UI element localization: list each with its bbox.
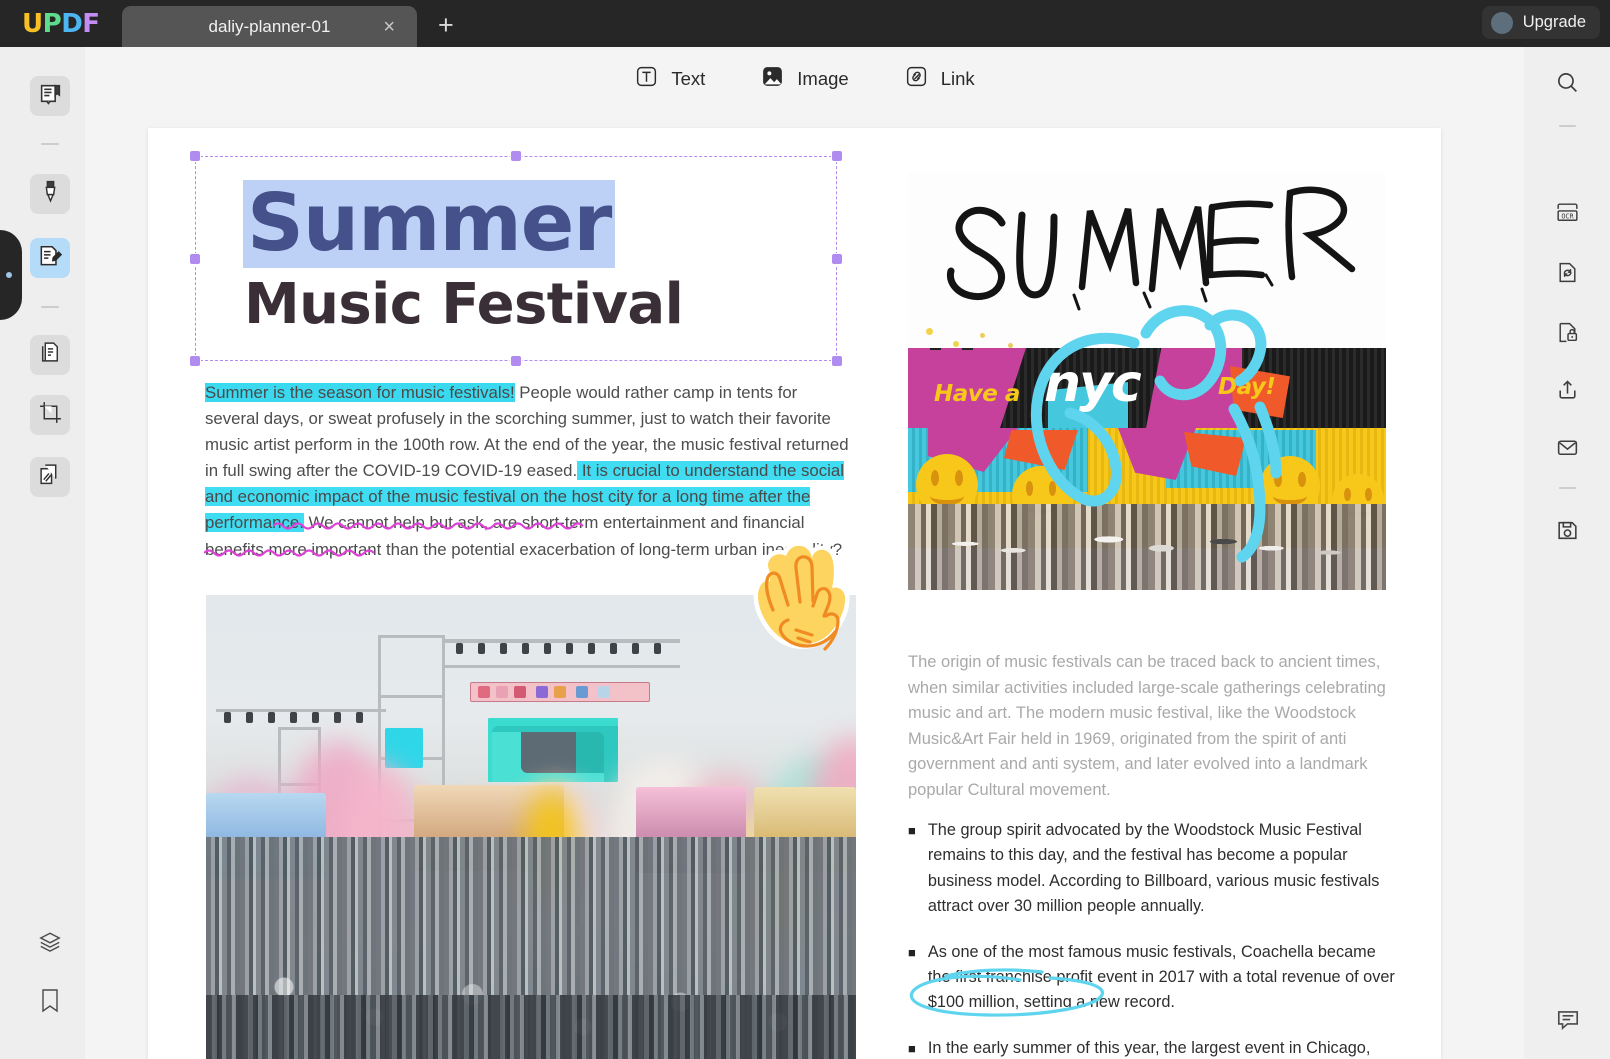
- ocr-button[interactable]: OCR: [1547, 195, 1587, 235]
- rail-divider-2: [41, 306, 59, 308]
- photo-crowd-foreground: [206, 995, 856, 1059]
- email-icon: [1555, 435, 1580, 465]
- save-button[interactable]: [1547, 513, 1587, 553]
- logo-letter-u: U: [22, 9, 43, 39]
- nyc-mural-photo[interactable]: Have a nyc Day!: [908, 173, 1386, 590]
- edit-toolbar: Text Image Link: [85, 47, 1524, 110]
- resize-handle-top-center[interactable]: [510, 150, 522, 162]
- document-tab[interactable]: daliy-planner-01 ×: [122, 6, 417, 47]
- intro-paragraph[interactable]: The origin of music festivals can be tra…: [908, 650, 1395, 804]
- document-workspace: Text Image Link Summer Music Festival Su…: [85, 47, 1524, 1059]
- bullet-marker: ■: [908, 823, 916, 838]
- right-toolbar: OCR: [1524, 47, 1610, 1059]
- text-tool-icon: [634, 64, 659, 94]
- image-tool-icon: [760, 64, 785, 94]
- rrail-divider-1: [1559, 125, 1576, 127]
- updf-logo: UPDF: [22, 9, 100, 39]
- search-icon: [1555, 70, 1580, 100]
- sidebar-item-bookmark[interactable]: [30, 983, 70, 1023]
- cyan-ink-scribble: [1030, 305, 1282, 563]
- sidebar-item-batch[interactable]: [30, 457, 70, 497]
- rrail-divider-2: [1559, 487, 1576, 489]
- svg-text:OCR: OCR: [1561, 212, 1574, 220]
- text-tool-button[interactable]: Text: [634, 64, 705, 94]
- list-item[interactable]: ■ The group spirit advocated by the Wood…: [908, 818, 1395, 920]
- resize-handle-middle-left[interactable]: [189, 252, 201, 265]
- page-title-line-2[interactable]: Music Festival: [244, 274, 684, 336]
- convert-button[interactable]: [1547, 255, 1587, 295]
- sidebar-item-layers[interactable]: [30, 925, 70, 965]
- avatar: [1490, 11, 1513, 34]
- new-tab-icon[interactable]: +: [438, 12, 454, 39]
- bullet-marker: ■: [908, 1040, 916, 1056]
- list-item[interactable]: ■ In the early summer of this year, the …: [908, 1036, 1395, 1059]
- share-icon: [1555, 377, 1580, 407]
- sidebar-item-organize-pages[interactable]: [30, 335, 70, 375]
- layers-icon: [37, 930, 63, 961]
- page-organize-icon: [38, 340, 63, 370]
- bullet-list: ■ The group spirit advocated by the Wood…: [908, 818, 1395, 1059]
- body-paragraph[interactable]: Summer is the season for music festivals…: [205, 380, 855, 563]
- reader-icon: [38, 81, 63, 111]
- bullet-text: The group spirit advocated by the Woodst…: [927, 821, 1380, 916]
- email-button[interactable]: [1547, 430, 1587, 470]
- crop-icon: [38, 400, 63, 430]
- resize-handle-bottom-center[interactable]: [510, 355, 522, 367]
- upgrade-label: Upgrade: [1522, 13, 1586, 31]
- resize-handle-bottom-right[interactable]: [831, 355, 843, 367]
- rail-divider-1: [41, 143, 59, 145]
- protect-button[interactable]: [1547, 315, 1587, 355]
- text-tool-label: Text: [671, 67, 706, 89]
- link-tool-label: Link: [940, 67, 975, 89]
- document-tab-label: daliy-planner-01: [208, 16, 331, 36]
- link-tool-icon: [904, 64, 929, 94]
- page-title-line-1[interactable]: Summer: [243, 180, 616, 268]
- mural-text-left: Have a: [934, 381, 1020, 407]
- sidebar-item-reader[interactable]: [30, 76, 70, 116]
- batch-icon: [38, 462, 63, 492]
- protect-icon: [1555, 320, 1580, 350]
- highlight-segment-1: Summer is the season for music festivals…: [205, 383, 515, 402]
- comment-panel-button[interactable]: [1548, 1001, 1588, 1041]
- peace-hand-sticker[interactable]: [740, 541, 852, 664]
- image-tool-label: Image: [797, 67, 849, 89]
- resize-handle-top-right[interactable]: [831, 150, 843, 162]
- search-button[interactable]: [1547, 65, 1587, 105]
- close-icon[interactable]: ×: [383, 17, 395, 37]
- convert-icon: [1555, 260, 1580, 290]
- resize-handle-bottom-left[interactable]: [189, 355, 201, 367]
- logo-letter-p: P: [42, 9, 62, 39]
- pdf-page[interactable]: Summer Music Festival Summer is the seas…: [148, 128, 1441, 1059]
- sidebar-item-crop[interactable]: [30, 395, 70, 435]
- left-toolbar: [0, 47, 85, 1059]
- edit-document-icon: [37, 243, 63, 274]
- title-bar: UPDF daliy-planner-01 × + Upgrade: [0, 0, 1610, 47]
- image-tool-button[interactable]: Image: [760, 64, 849, 94]
- upgrade-button[interactable]: Upgrade: [1481, 6, 1600, 39]
- save-icon: [1555, 518, 1580, 548]
- logo-letter-d: D: [61, 9, 83, 39]
- updf-window: UPDF daliy-planner-01 × + Upgrade Text I…: [0, 0, 1610, 1059]
- resize-handle-top-left[interactable]: [189, 150, 201, 162]
- share-button[interactable]: [1547, 372, 1587, 412]
- link-tool-button[interactable]: Link: [904, 64, 975, 94]
- panel-collapse-handle[interactable]: [0, 230, 22, 320]
- sidebar-item-comment[interactable]: [30, 174, 70, 214]
- bullet-text: As one of the most famous music festival…: [927, 942, 1395, 1012]
- resize-handle-middle-right[interactable]: [831, 252, 843, 265]
- ocr-icon: OCR: [1554, 200, 1581, 230]
- comment-icon: [1555, 1006, 1581, 1037]
- bullet-marker: ■: [908, 944, 916, 960]
- sidebar-item-edit-pdf[interactable]: [30, 238, 70, 278]
- highlighter-icon: [38, 179, 63, 209]
- bullet-text: In the early summer of this year, the la…: [927, 1038, 1371, 1057]
- logo-letter-f: F: [82, 9, 100, 39]
- list-item[interactable]: ■ As one of the most famous music festiv…: [908, 940, 1395, 1016]
- bookmark-icon: [39, 988, 61, 1019]
